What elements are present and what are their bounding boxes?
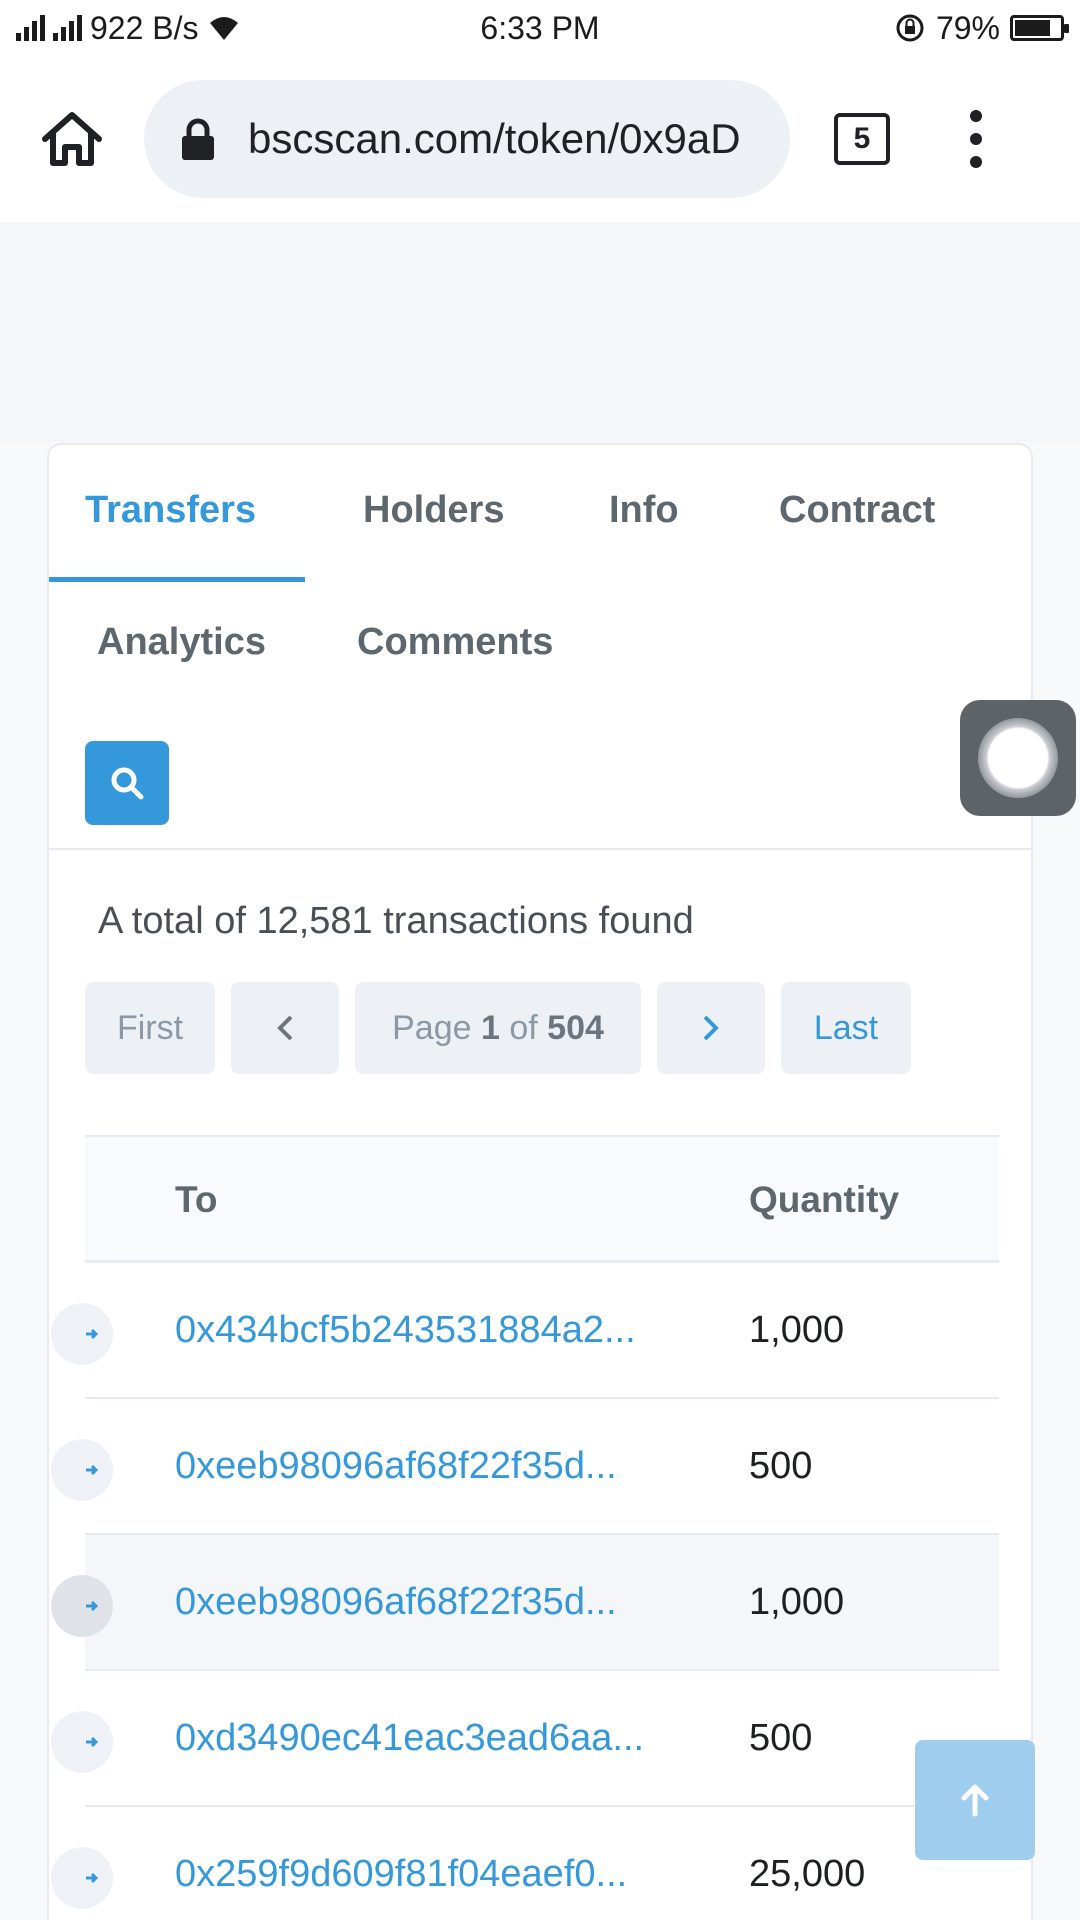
dot-icon: [970, 133, 982, 145]
direction-arrow-icon: [51, 1439, 113, 1501]
page-header-band: [0, 222, 1080, 442]
assistive-touch-button[interactable]: [960, 700, 1076, 816]
last-page-button[interactable]: Last: [781, 982, 911, 1074]
direction-arrow-icon: [51, 1303, 113, 1365]
to-address-link[interactable]: 0xeeb98096af68f22f35d...: [175, 1581, 617, 1624]
battery-percent: 79%: [935, 9, 1000, 46]
direction-arrow-icon: [51, 1575, 113, 1637]
tab-analytics[interactable]: Analytics: [97, 621, 266, 664]
header-to: To: [175, 1179, 218, 1220]
pagination: First Page 1 of 504 Last: [85, 982, 911, 1074]
next-page-button[interactable]: [657, 982, 765, 1074]
tab-comments[interactable]: Comments: [357, 621, 553, 664]
net-speed: 922 B/s: [90, 9, 199, 46]
rotation-lock-icon: [896, 14, 924, 42]
quantity-value: 500: [749, 1445, 813, 1487]
table-row: 0xeeb98096af68f22f35d... 1,000: [51, 1535, 999, 1671]
tab-holders[interactable]: Holders: [363, 489, 504, 532]
to-address-link[interactable]: 0xeeb98096af68f22f35d...: [175, 1445, 617, 1488]
table-header: To Quantity: [85, 1135, 999, 1263]
page-prefix: Page: [392, 1008, 472, 1047]
tab-bar-row-2: Analytics Comments: [49, 581, 1031, 713]
tab-info[interactable]: Info: [609, 489, 679, 532]
token-card: Transfers Holders Info Contract Analytic…: [47, 443, 1033, 1920]
tab-transfers[interactable]: Transfers: [85, 489, 256, 532]
assistive-touch-icon: [978, 718, 1058, 798]
home-icon: [42, 112, 102, 166]
to-address-link[interactable]: 0xd3490ec41eac3ead6aa...: [175, 1717, 644, 1760]
transfers-table: To Quantity 0x434bcf5b243531884a2... 1,0…: [51, 1135, 999, 1920]
search-icon: [111, 767, 144, 800]
browser-toolbar: bscscan.com/token/0x9aD 5: [0, 56, 1080, 222]
quantity-value: 500: [749, 1717, 813, 1759]
to-address-link[interactable]: 0x259f9d609f81f04eaef0...: [175, 1853, 627, 1896]
header-quantity: Quantity: [749, 1179, 900, 1220]
first-page-button[interactable]: First: [85, 982, 215, 1074]
search-button[interactable]: [85, 741, 169, 825]
page-of-label: of: [509, 1008, 538, 1047]
table-row: 0x434bcf5b243531884a2... 1,000: [51, 1263, 999, 1399]
direction-arrow-icon: [51, 1847, 113, 1909]
table-row: 0xd3490ec41eac3ead6aa... 500: [51, 1671, 999, 1807]
current-page: 1: [480, 1008, 500, 1047]
chevron-left-icon: [277, 1015, 293, 1041]
lock-icon: [182, 118, 214, 160]
wifi-icon: [209, 17, 238, 40]
tab-bar: Transfers Holders Info Contract: [49, 445, 1031, 582]
status-bar: 922 B/s 6:33 PM 79%: [0, 0, 1080, 56]
direction-arrow-icon: [51, 1711, 113, 1773]
back-to-top-button[interactable]: [915, 1740, 1035, 1860]
arrow-up-icon: [961, 1784, 989, 1817]
battery-icon: [1010, 15, 1069, 41]
address-bar[interactable]: bscscan.com/token/0x9aD: [144, 80, 790, 198]
total-pages: 504: [547, 1008, 604, 1047]
signal-icon-2: [53, 15, 82, 41]
tab-contract[interactable]: Contract: [779, 489, 935, 532]
quantity-value: 1,000: [749, 1309, 845, 1351]
quantity-value: 1,000: [749, 1581, 845, 1623]
browser-menu-button[interactable]: [964, 110, 988, 168]
table-row: 0x259f9d609f81f04eaef0... 25,000: [51, 1807, 999, 1920]
dot-icon: [970, 110, 982, 122]
divider: [49, 848, 1031, 850]
prev-page-button[interactable]: [231, 982, 339, 1074]
tab-switcher-button[interactable]: 5: [834, 113, 890, 165]
page-indicator: Page 1 of 504: [355, 982, 641, 1074]
url-text: bscscan.com/token/0x9aD: [248, 115, 741, 162]
table-row: 0xeeb98096af68f22f35d... 500: [51, 1399, 999, 1535]
signal-icon: [16, 15, 45, 41]
dot-icon: [970, 156, 982, 168]
transactions-total: A total of 12,581 transactions found: [98, 900, 694, 942]
quantity-value: 25,000: [749, 1853, 866, 1895]
chevron-right-icon: [703, 1015, 719, 1041]
home-button[interactable]: [30, 97, 114, 181]
to-address-link[interactable]: 0x434bcf5b243531884a2...: [175, 1309, 636, 1352]
